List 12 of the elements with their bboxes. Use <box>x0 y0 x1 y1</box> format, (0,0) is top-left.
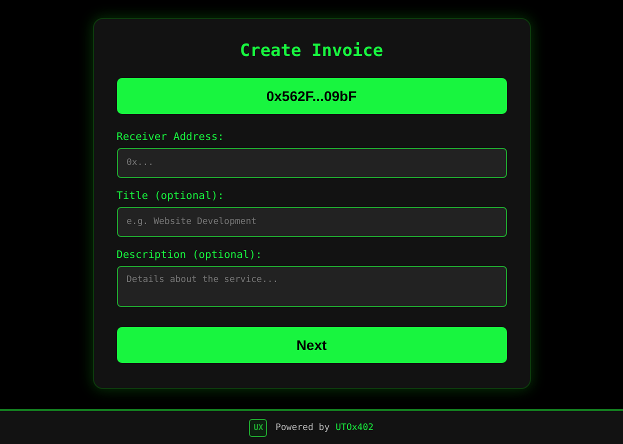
next-button[interactable]: Next <box>116 327 506 363</box>
input-field[interactable]: e.g. Website Development <box>116 207 506 237</box>
footer-text: Powered by <box>275 422 330 432</box>
logo: UX <box>249 418 268 436</box>
wallet-button[interactable]: 0x562F...09bF <box>116 78 506 114</box>
input-field[interactable]: 0x... <box>116 148 506 178</box>
description-field[interactable]: Details about the service... <box>116 266 506 307</box>
field-label: Receiver Address: <box>116 131 224 143</box>
brand-link[interactable]: UTOx402 <box>336 422 374 432</box>
field-label: Description (optional): <box>116 249 262 261</box>
field-label: Title (optional): <box>116 190 224 202</box>
card-title: Create Invoice <box>240 41 384 61</box>
